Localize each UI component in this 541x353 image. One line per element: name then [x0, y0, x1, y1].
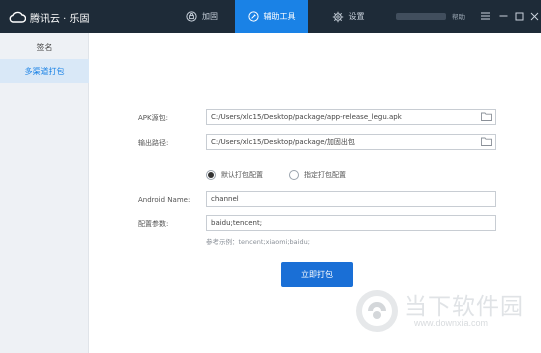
gear-icon [332, 11, 343, 22]
maximize-icon[interactable] [512, 8, 526, 24]
tab-settings-label: 设置 [348, 12, 365, 21]
tab-jiagu[interactable]: 加固 [170, 0, 234, 33]
watermark-logo-icon [356, 290, 398, 332]
apk-source-input[interactable]: C:/Users/xlc15/Desktop/package/app-relea… [206, 109, 496, 125]
config-params-value: baidu;tencent; [211, 219, 263, 227]
sidebar-item-label: 多渠道打包 [24, 66, 65, 76]
user-account[interactable] [396, 13, 446, 20]
tab-tools[interactable]: 辅助工具 [235, 0, 308, 33]
folder-icon[interactable] [481, 137, 492, 146]
apk-source-value: C:/Users/xlc15/Desktop/package/app-relea… [211, 113, 402, 121]
output-path-input[interactable]: C:/Users/xlc15/Desktop/package/加固出包 [206, 134, 496, 150]
top-bar: 腾讯云 · 乐固 加固 辅助工具 设置 帮助 [0, 0, 541, 33]
watermark-url: www.downxia.com [414, 318, 489, 328]
output-path-label: 输出路径: [138, 139, 169, 147]
close-icon[interactable] [527, 8, 541, 24]
tab-settings[interactable]: 设置 [318, 0, 378, 33]
tab-tools-label: 辅助工具 [263, 12, 296, 21]
android-name-value: channel [211, 195, 239, 203]
sidebar: 签名 多渠道打包 [0, 33, 89, 353]
help-link[interactable]: 帮助 [452, 11, 465, 21]
pack-now-label: 立即打包 [301, 270, 333, 279]
config-params-label: 配置参数: [138, 220, 169, 228]
folder-icon[interactable] [481, 112, 492, 121]
pack-now-button[interactable]: 立即打包 [281, 262, 353, 287]
sidebar-item-signature[interactable]: 签名 [0, 35, 89, 59]
app-logo: 腾讯云 · 乐固 [9, 9, 90, 25]
config-hint: 参考示例：tencent;xiaomi;baidu; [206, 238, 310, 246]
config-params-input[interactable]: baidu;tencent; [206, 215, 496, 231]
apk-source-label: APK源包: [138, 114, 168, 122]
sidebar-item-label: 签名 [36, 42, 53, 52]
watermark-text: 当下软件园 [404, 294, 524, 320]
radio-default-label: 默认打包配置 [221, 171, 263, 179]
minimize-icon[interactable] [496, 8, 510, 24]
menu-icon[interactable] [478, 8, 492, 24]
shield-icon [186, 11, 197, 22]
radio-custom-label: 指定打包配置 [304, 171, 346, 179]
tools-icon [247, 11, 259, 22]
app-title: 腾讯云 · 乐固 [30, 13, 90, 25]
radio-custom-config[interactable] [289, 170, 299, 180]
pack-mode-group: 默认打包配置 指定打包配置 [206, 170, 346, 180]
output-path-value: C:/Users/xlc15/Desktop/package/加固出包 [211, 138, 355, 146]
tab-jiagu-label: 加固 [202, 12, 218, 21]
sidebar-item-multichannel[interactable]: 多渠道打包 [0, 59, 89, 83]
android-name-label: Android Name: [138, 196, 191, 204]
radio-default-config[interactable] [206, 170, 216, 180]
android-name-input[interactable]: channel [206, 191, 496, 207]
cloud-logo-icon [9, 11, 26, 23]
